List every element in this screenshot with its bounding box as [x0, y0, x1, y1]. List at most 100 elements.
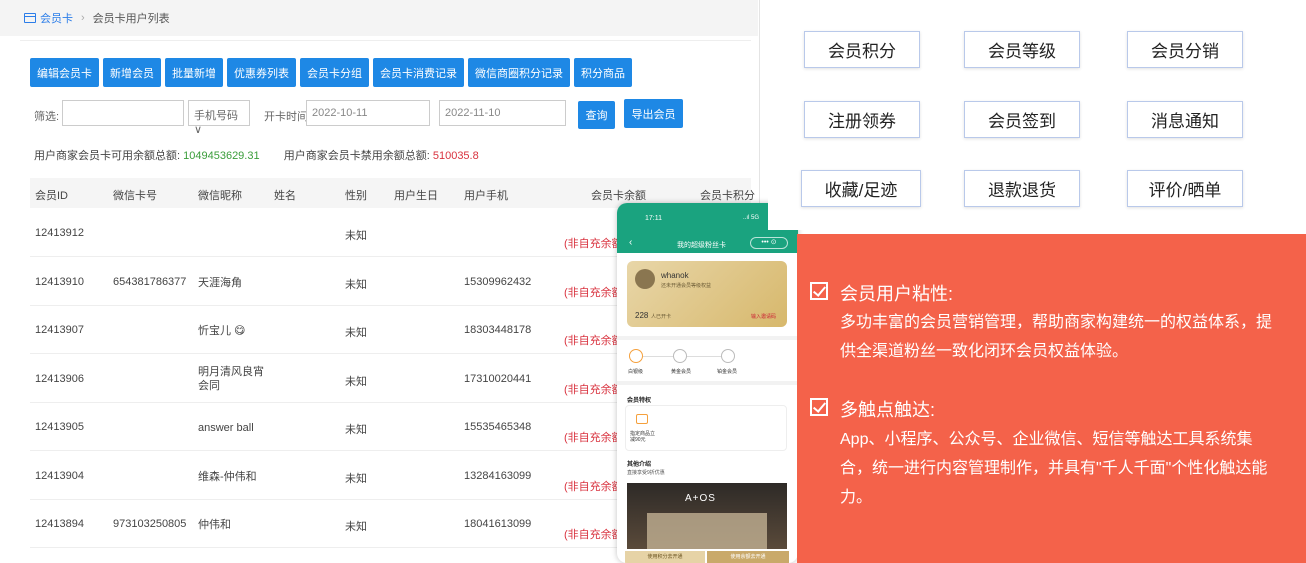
batch-add-button[interactable]: 批量新增: [165, 58, 223, 87]
tag-favorites-history: 收藏/足迹: [801, 170, 921, 207]
open-with-points-button[interactable]: 使用积分去开通: [625, 551, 705, 563]
date-end-input[interactable]: 2022-11-10: [439, 100, 566, 126]
query-button[interactable]: 查询: [578, 101, 615, 129]
feature-2-desc: App、小程序、公众号、企业微信、短信等触达工具系统集合，统一进行内容管理制作，…: [840, 431, 1268, 506]
breadcrumb: 会员卡 › 会员卡用户列表: [0, 0, 758, 36]
cell-phone: 18303448178: [464, 324, 532, 336]
phone-signal: ..ıl 5G: [743, 215, 760, 221]
cell-gender: 未知: [345, 472, 367, 485]
filter-type-select[interactable]: 手机号码 ∨: [188, 100, 250, 136]
cell-member-id: 12413912: [35, 227, 84, 239]
cell-gender: 未知: [345, 327, 367, 339]
other-sub: 直接享受9折优惠: [627, 470, 665, 476]
filter-keyword-input[interactable]: [62, 100, 184, 126]
cell-gender: 未知: [345, 230, 367, 242]
feature-2-title: 多触点触达:: [840, 400, 936, 420]
card-points-label: 人已开卡: [651, 314, 672, 320]
toolbar: 编辑会员卡 新增会员 批量新增 优惠券列表 会员卡分组 会员卡消费记录 微信商圈…: [30, 58, 632, 87]
col-wechat-card: 微信卡号: [113, 190, 157, 202]
cell-gender: 未知: [345, 278, 367, 291]
tag-member-points: 会员积分: [804, 31, 920, 68]
cell-wechat-card: 973103250805: [113, 518, 187, 530]
card-icon: [24, 13, 36, 23]
tag-member-signin: 会员签到: [964, 101, 1080, 138]
cell-nickname: 仲伟和: [198, 519, 231, 531]
capsule-menu-icon[interactable]: ••• ⊙: [750, 237, 788, 249]
edit-card-button[interactable]: 编辑会员卡: [30, 58, 99, 87]
store-brand: A+OS: [685, 493, 716, 504]
cell-nickname: 明月清风良宵 会同: [198, 365, 264, 392]
cell-phone: 15535465348: [464, 421, 532, 433]
level-gold-icon: [673, 349, 687, 363]
coupon-icon: [636, 414, 648, 424]
back-icon[interactable]: ‹: [629, 237, 632, 248]
checkbox-icon: [810, 398, 828, 416]
tag-member-distribution: 会员分销: [1127, 31, 1243, 68]
filter-label: 筛选:: [34, 111, 60, 123]
level-silver-icon: [629, 349, 643, 363]
cell-gender: 未知: [345, 424, 367, 436]
feature-description: 会员用户粘性: 多功丰富的会员营销管理，帮助商家构建统一的权益体系，提供全渠道粉…: [797, 234, 1306, 563]
col-phone: 用户手机: [464, 190, 508, 202]
checkbox-icon: [810, 282, 828, 300]
tag-refund-return: 退款退货: [964, 170, 1080, 207]
tag-message-notice: 消息通知: [1127, 101, 1243, 138]
breadcrumb-separator: ›: [81, 12, 85, 24]
cell-nickname: 维森-仲伟和: [198, 470, 257, 483]
tag-member-level: 会员等级: [964, 31, 1080, 68]
add-member-button[interactable]: 新增会员: [103, 58, 161, 87]
cell-wechat-card: 654381786377: [113, 275, 187, 288]
level-platinum-label: 铂金会员: [717, 369, 738, 375]
disabled-balance-value: 510035.8: [432, 150, 479, 162]
date-start-input[interactable]: 2022-10-11: [306, 100, 430, 126]
col-nickname: 微信昵称: [198, 190, 242, 202]
other-title: 其他介绍: [627, 462, 652, 468]
level-platinum-icon: [721, 349, 735, 363]
tag-register-coupon: 注册领券: [804, 101, 920, 138]
cell-member-id: 12413894: [35, 518, 84, 530]
cell-nickname: 忻宝儿 😋: [198, 325, 246, 337]
export-members-button[interactable]: 导出会员: [624, 99, 683, 128]
phone-mockup: 17:11 ..ıl 5G ‹ 我的超级粉丝卡 ••• ⊙ whanok 还未开…: [617, 203, 798, 563]
cell-gender: 未知: [345, 521, 367, 533]
feature-1-title: 会员用户粘性:: [840, 284, 954, 304]
col-name: 姓名: [274, 190, 296, 202]
privilege-box: 指定商品立 减90元: [625, 405, 787, 451]
cell-balance-note: (非自充余额: [564, 383, 623, 396]
cell-phone: 17310020441: [464, 372, 532, 385]
points-goods-button[interactable]: 积分商品: [574, 58, 632, 87]
breadcrumb-current: 会员卡用户列表: [92, 13, 170, 25]
wechat-points-record-button[interactable]: 微信商圈积分记录: [468, 58, 570, 87]
disabled-balance-label: 用户商家会员卡禁用余额总额:: [283, 150, 430, 162]
tag-review-share: 评价/晒单: [1127, 170, 1243, 207]
col-birthday: 用户生日: [394, 190, 438, 202]
card-username: whanok: [661, 271, 689, 280]
available-balance-label: 用户商家会员卡可用余额总额:: [34, 150, 181, 162]
cell-phone: 18041613099: [464, 518, 532, 530]
open-with-balance-button[interactable]: 使用余额去开通: [707, 551, 789, 563]
feature-tags: 会员积分 会员等级 会员分销 注册领券 会员签到 消息通知 收藏/足迹 退款退货…: [768, 0, 1306, 230]
privilege-item: 指定商品立 减90元: [630, 431, 656, 443]
coupon-list-button[interactable]: 优惠券列表: [227, 58, 296, 87]
card-group-button[interactable]: 会员卡分组: [300, 58, 369, 87]
breadcrumb-root-link[interactable]: 会员卡: [40, 10, 73, 26]
cell-member-id: 12413906: [35, 372, 84, 385]
filter-bar: 筛选: 手机号码 ∨ 开卡时间: 2022-10-11 2022-11-10 查…: [34, 99, 734, 136]
card-points: 228: [635, 311, 649, 320]
available-balance-value: 1049453629.31: [183, 150, 260, 162]
balance-summary: 用户商家会员卡可用余额总额: 1049453629.31 用户商家会员卡禁用余额…: [34, 147, 479, 163]
cell-nickname: answer ball: [198, 422, 254, 434]
col-balance: 会员卡余额: [591, 190, 646, 202]
invite-code-link[interactable]: 输入邀请码: [751, 313, 776, 320]
cell-balance-note: (非自充余额: [564, 529, 623, 541]
avatar: [635, 269, 655, 289]
privilege-title: 会员特权: [627, 398, 652, 404]
col-points: 会员卡积分: [700, 190, 755, 202]
cell-balance-note: (非自充余额: [564, 480, 623, 493]
phone-time: 17:11: [645, 215, 662, 222]
card-user-sub: 还未开通会员等级权益: [661, 283, 712, 289]
consume-record-button[interactable]: 会员卡消费记录: [373, 58, 464, 87]
cell-nickname: 天涯海角: [198, 276, 242, 289]
cell-balance-note: (非自充余额: [564, 286, 623, 299]
cell-member-id: 12413904: [35, 469, 84, 482]
